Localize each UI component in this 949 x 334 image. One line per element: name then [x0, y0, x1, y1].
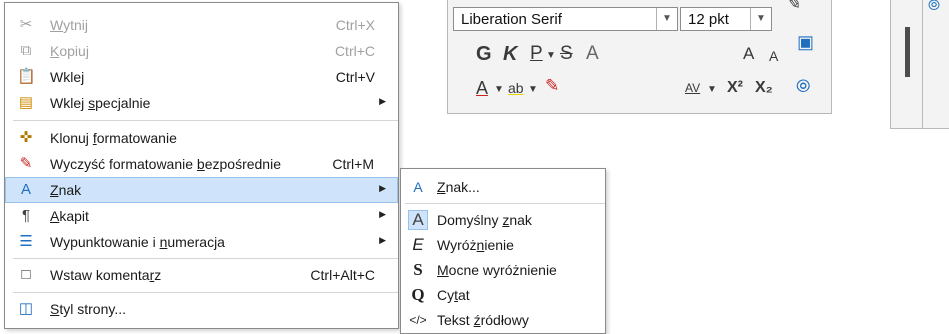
sidebar-panel: ⦾ [890, 0, 949, 129]
formatting-toolbar: Liberation Serif ▼ 12 pkt ▼ ✎ G K P ▼ S … [447, 0, 832, 114]
image-icon[interactable]: ▣ [797, 32, 814, 52]
eraser-icon: ✎ [19, 155, 33, 172]
menu-item-label: Klonuj formatowanie [50, 130, 177, 146]
font-name-value: Liberation Serif [461, 11, 562, 28]
chevron-down-icon[interactable]: ▼ [546, 46, 556, 66]
emphasis-icon: E [412, 235, 424, 254]
font-name-combo[interactable]: Liberation Serif ▼ [453, 7, 678, 31]
submenu-item-default-character[interactable]: A Domyślny znak [401, 207, 605, 233]
menu-item-label: Wklej specjalnie [50, 95, 151, 111]
menu-item-paste[interactable]: 📋 Wklej Ctrl+V [5, 64, 398, 90]
submenu-item-label: Mocne wyróżnienie [437, 262, 557, 278]
font-color-button[interactable]: A [476, 78, 488, 98]
menu-item-copy[interactable]: ⧉ Kopiuj Ctrl+C [5, 38, 398, 64]
default-char-icon: A [408, 210, 428, 230]
chevron-right-icon: ▶ [379, 209, 386, 219]
navigator-icon[interactable]: ⦾ [928, 0, 940, 16]
menu-item-clear-direct-formatting[interactable]: ✎ Wyczyść formatowanie bezpośrednie Ctrl… [5, 151, 398, 177]
submenu-item-character-dialog[interactable]: A Znak... [401, 174, 605, 200]
menu-separator [13, 120, 398, 121]
menu-item-insert-comment[interactable]: □ Wstaw komentarz Ctrl+Alt+C [5, 262, 398, 288]
underline-button[interactable]: P [530, 44, 543, 64]
chevron-down-icon[interactable]: ▼ [494, 80, 504, 100]
context-menu: ✂ Wytnij Ctrl+X ⧉ Kopiuj Ctrl+C 📋 Wklej … [4, 2, 399, 329]
shrink-font-button[interactable]: A [769, 46, 778, 66]
quotation-icon: Q [411, 285, 425, 304]
chevron-right-icon: ▶ [379, 235, 386, 245]
page-style-icon: ◫ [18, 300, 34, 317]
menu-item-paste-special[interactable]: ▤ Wklej specjalnie ▶ [5, 90, 398, 116]
superscript-button[interactable]: X² [727, 78, 743, 98]
chevron-right-icon: ▶ [379, 183, 386, 193]
menu-item-character[interactable]: A Znak ▶ [5, 177, 398, 203]
menu-item-label: Wytnij [50, 17, 88, 33]
menu-item-bullets-numbering[interactable]: ☰ Wypunktowanie i numeracja ▶ [5, 229, 398, 255]
font-size-value: 12 pkt [688, 11, 729, 28]
menu-item-cut[interactable]: ✂ Wytnij Ctrl+X [5, 12, 398, 38]
chevron-right-icon: ▶ [379, 96, 386, 106]
italic-button[interactable]: K [503, 44, 517, 64]
divider [922, 0, 923, 128]
clear-format-icon[interactable]: ✎ [545, 76, 559, 96]
scissors-icon: ✂ [19, 16, 33, 33]
menu-item-label: Wyczyść formatowanie bezpośrednie [50, 156, 281, 172]
strikethrough-button[interactable]: S [560, 44, 573, 64]
paste-special-icon: ▤ [18, 94, 34, 111]
shortcut-label: Ctrl+Alt+C [310, 267, 375, 283]
menu-separator [13, 258, 398, 259]
menu-item-label: Styl strony... [50, 301, 126, 317]
submenu-item-label: Domyślny znak [437, 212, 532, 228]
menu-item-label: Wklej [50, 69, 85, 85]
menu-item-label: Wstaw komentarz [50, 267, 162, 283]
shortcut-label: Ctrl+V [335, 69, 375, 85]
submenu-item-source-text[interactable]: </> Tekst źródłowy [401, 307, 605, 333]
shortcut-label: Ctrl+X [335, 17, 375, 33]
strong-emphasis-icon: S [413, 260, 423, 279]
paragraph-icon: ¶ [21, 207, 31, 224]
character-icon: A [20, 181, 31, 198]
submenu-item-label: Cytat [437, 287, 470, 303]
highlight-button[interactable]: ab [508, 78, 524, 98]
bold-button[interactable]: G [476, 44, 492, 64]
menu-separator [405, 203, 605, 204]
brush-icon: ✜ [19, 129, 33, 146]
paste-icon: 📋 [17, 68, 36, 85]
subscript-button[interactable]: X₂ [755, 78, 773, 98]
chevron-down-icon[interactable]: ▼ [656, 8, 677, 30]
character-icon: A [413, 179, 423, 195]
menu-item-clone-formatting[interactable]: ✜ Klonuj formatowanie [5, 125, 398, 151]
submenu-item-label: Tekst źródłowy [437, 312, 529, 328]
submenu-item-label: Wyróżnienie [437, 237, 514, 253]
copy-icon: ⧉ [20, 42, 32, 59]
sidebar-collapse-handle[interactable] [905, 27, 910, 77]
submenu-item-label: Znak... [437, 179, 480, 195]
chevron-down-icon[interactable]: ▼ [750, 8, 771, 30]
comment-icon: □ [21, 266, 31, 283]
menu-item-paragraph[interactable]: ¶ Akapit ▶ [5, 203, 398, 229]
code-icon: </> [409, 313, 427, 327]
submenu-item-quotation[interactable]: Q Cytat [401, 282, 605, 308]
menu-separator [13, 292, 398, 293]
menu-item-label: Akapit [50, 208, 89, 224]
menu-item-label: Wypunktowanie i numeracja [50, 234, 225, 250]
shortcut-label: Ctrl+C [334, 43, 375, 59]
menu-item-label: Znak [50, 182, 82, 198]
submenu-item-emphasis[interactable]: E Wyróżnienie [401, 232, 605, 258]
grow-font-button[interactable]: A [743, 44, 754, 64]
submenu-item-strong-emphasis[interactable]: S Mocne wyróżnienie [401, 257, 605, 283]
menu-item-page-style[interactable]: ◫ Styl strony... [5, 296, 398, 322]
shortcut-label: Ctrl+M [332, 156, 374, 172]
outline-button[interactable]: A [586, 44, 599, 64]
chevron-down-icon[interactable]: ▼ [528, 80, 538, 100]
menu-item-label: Kopiuj [50, 43, 89, 59]
bullet-list-icon: ☰ [19, 233, 33, 250]
font-size-combo[interactable]: 12 pkt ▼ [680, 7, 772, 31]
navigator-icon[interactable]: ⦾ [796, 76, 810, 96]
character-dialog-icon[interactable]: ✎ [786, 0, 800, 14]
chevron-down-icon[interactable]: ▼ [707, 80, 717, 100]
character-spacing-button[interactable]: AV [685, 78, 700, 98]
character-submenu: A Znak... A Domyślny znak E Wyróżnienie … [400, 168, 606, 334]
